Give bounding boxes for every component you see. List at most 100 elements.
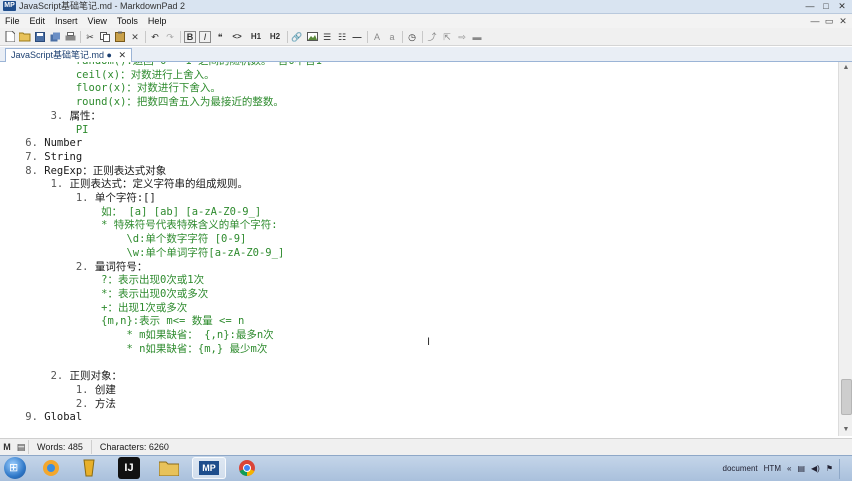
line-text: String [37, 150, 83, 163]
minimize-button[interactable]: — [802, 0, 818, 12]
undo-icon[interactable]: ↶ [149, 31, 161, 43]
maximize-button[interactable]: □ [818, 0, 834, 12]
hr-icon[interactable]: — [351, 31, 363, 43]
taskbar-windows-explorer[interactable] [34, 457, 68, 479]
ordered-list-icon[interactable]: ☰ [321, 31, 333, 43]
menu-edit[interactable]: Edit [25, 14, 51, 28]
tray-expand-icon[interactable]: « [787, 464, 791, 473]
bold-icon[interactable]: B [184, 30, 196, 43]
vertical-scrollbar[interactable]: ▲ ▼ [838, 62, 852, 436]
save-icon[interactable] [34, 31, 46, 43]
flag-icon[interactable]: ⚑ [826, 464, 833, 473]
preview-icon[interactable]: ⇨ [456, 31, 468, 43]
markdown-editor[interactable]: random():返回 0 ~ 1 之间的随机数。 含0不含1 ceil(x)：… [0, 62, 838, 436]
new-file-icon[interactable] [4, 31, 16, 43]
redo-icon[interactable]: ↷ [164, 31, 176, 43]
taskbar-markdownpad[interactable]: MP [192, 457, 226, 479]
doc-close-button[interactable]: ✕ [836, 14, 850, 28]
scrollbar-thumb[interactable] [841, 379, 852, 415]
h2-icon[interactable]: H2 [267, 31, 283, 43]
editor-line: \w:单个单词字符[a-zA-Z0-9_] [0, 247, 284, 261]
editor-line: 2. 正则对象： [0, 370, 122, 384]
editor-line: 3. 属性： [0, 110, 101, 124]
start-button[interactable]: ⊞ [4, 457, 26, 479]
book-icon[interactable]: ▤ [14, 442, 28, 453]
editor-line: 2. 方法 [0, 398, 116, 412]
copy-icon[interactable] [99, 31, 111, 43]
show-desktop-button[interactable] [839, 458, 848, 479]
lowercase-icon[interactable]: a [386, 31, 398, 43]
print-icon[interactable] [64, 31, 76, 43]
save-all-icon[interactable] [49, 31, 61, 43]
tab-strip: JavaScript基础笔记.md ● ✕ [0, 47, 852, 62]
menu-file[interactable]: File [0, 14, 25, 28]
markdownpad-icon: MP [199, 461, 219, 475]
line-text: Number [37, 137, 83, 150]
markdown-mode-icon[interactable]: M [0, 442, 14, 452]
markdownpad-app-icon[interactable]: MP [3, 1, 16, 11]
toolbar-separator [80, 30, 81, 43]
close-button[interactable]: ✕ [834, 0, 850, 12]
editor-line: *：表示出现0次或多次 [0, 288, 208, 302]
quote-icon[interactable]: ❝ [214, 31, 226, 43]
link-icon[interactable]: 🔗 [291, 31, 303, 43]
menu-tools[interactable]: Tools [112, 14, 143, 28]
editor-line: * n如果缺省：{m,} 最少m次 [0, 343, 267, 357]
scroll-down-icon[interactable]: ▼ [839, 424, 852, 436]
export-icon[interactable]: ⇱ [441, 31, 453, 43]
line-text: floor(x)：对数进行下舍入。 [75, 82, 221, 95]
volume-icon[interactable]: ◀) [811, 464, 820, 473]
cut-icon[interactable]: ✂ [84, 31, 96, 43]
list-number: 7. [25, 150, 38, 163]
italic-icon[interactable]: I [199, 30, 211, 43]
code-icon[interactable]: <> [229, 31, 245, 43]
editor-line: ceil(x)：对数进行上舍入。 [0, 69, 215, 83]
open-folder-icon[interactable] [19, 31, 31, 43]
menu-insert[interactable]: Insert [50, 14, 83, 28]
scroll-up-icon[interactable]: ▲ [839, 62, 852, 74]
paste-icon[interactable] [114, 31, 126, 43]
doc-minimize-button[interactable]: — [808, 14, 822, 28]
tray-label: document [722, 464, 758, 473]
menu-help[interactable]: Help [143, 14, 172, 28]
taskbar-file-explorer[interactable] [152, 457, 186, 479]
list-number: 1. [50, 178, 64, 191]
line-text: ceil(x)：对数进行上舍入。 [75, 68, 215, 81]
uppercase-icon[interactable]: A [371, 31, 383, 43]
list-number: 1. [75, 192, 89, 204]
taskbar-google-chrome[interactable] [230, 457, 264, 479]
taskbar-intellij[interactable]: IJ [118, 457, 140, 479]
network-icon[interactable]: ▤ [797, 464, 805, 473]
toolbar-overflow-icon[interactable]: ▬ [471, 31, 483, 43]
tray-htm[interactable]: HTM [764, 464, 781, 473]
editor-line: 2. 量词符号： [0, 261, 147, 275]
window-title: JavaScript基础笔记.md - MarkdownPad 2 [19, 1, 186, 11]
toolbar-separator [145, 30, 146, 43]
taskbar-chrome-canary[interactable] [72, 457, 106, 479]
tab-close-icon[interactable]: ✕ [119, 50, 127, 60]
line-text: 正则表达式：定义字符串的组成规则。 [63, 178, 249, 191]
css-icon[interactable]: ⤴ [426, 31, 438, 43]
timestamp-icon[interactable]: ◷ [406, 31, 418, 43]
delete-icon[interactable]: ✕ [129, 31, 141, 43]
h1-icon[interactable]: H1 [248, 31, 264, 43]
editor-line: PI [0, 124, 89, 138]
document-tab[interactable]: JavaScript基础笔记.md ● ✕ [5, 48, 133, 62]
image-icon[interactable] [306, 31, 318, 43]
doc-restore-button[interactable]: ▭ [822, 14, 836, 28]
unordered-list-icon[interactable]: ☷ [336, 31, 348, 43]
list-number: 2. [75, 260, 89, 273]
menu-view[interactable]: View [83, 14, 112, 28]
line-text: * 特殊符号代表特殊含义的单个字符: [101, 219, 278, 232]
editor-line: * m如果缺省： {,n}:最多n次 [0, 329, 273, 343]
text-cursor-icon: I [427, 336, 431, 348]
